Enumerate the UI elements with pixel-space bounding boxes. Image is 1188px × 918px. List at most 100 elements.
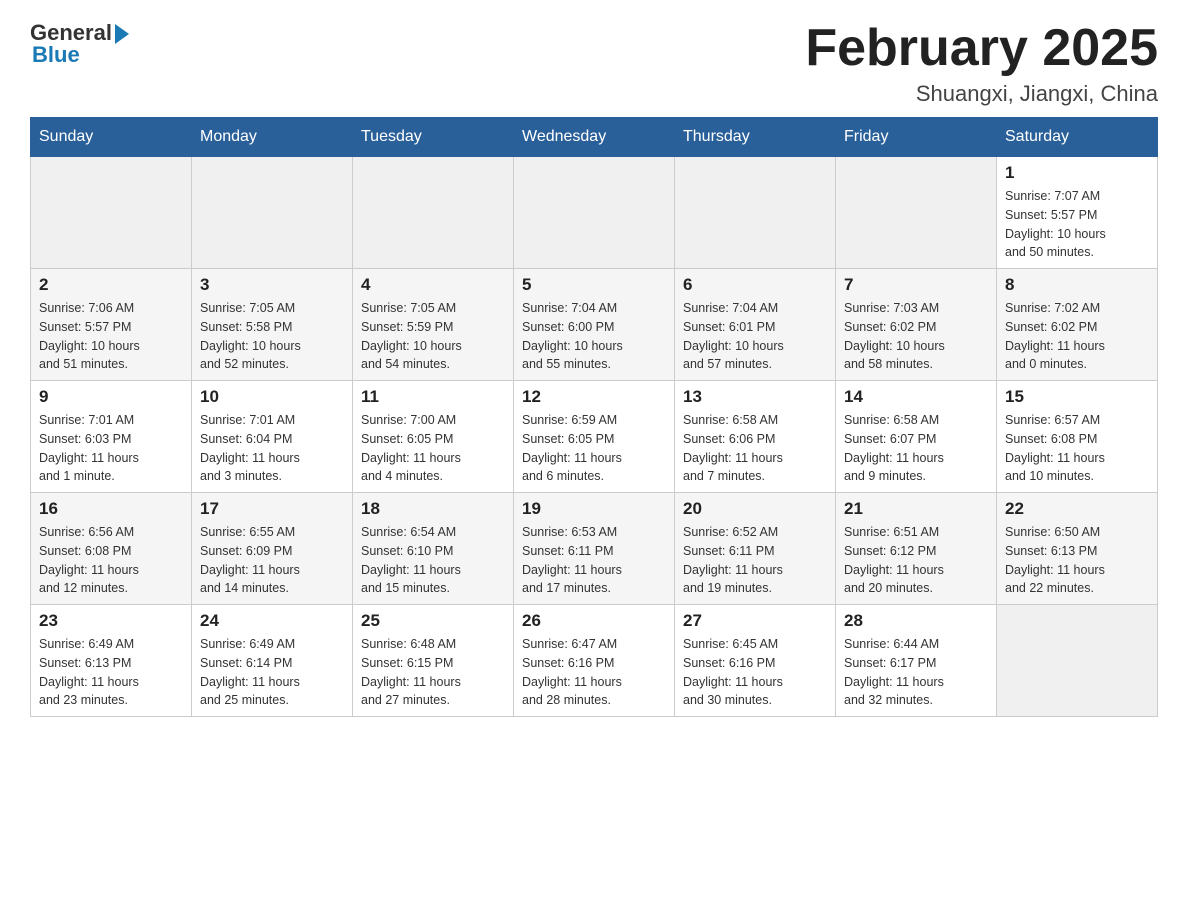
day-info: Sunrise: 6:47 AM Sunset: 6:16 PM Dayligh… — [522, 635, 666, 710]
calendar-cell: 25 Sunrise: 6:48 AM Sunset: 6:15 PM Dayli… — [353, 605, 514, 717]
calendar-cell: 1Sunrise: 7:07 AM Sunset: 5:57 PM Daylig… — [997, 157, 1158, 269]
calendar-cell: 14 Sunrise: 6:58 AM Sunset: 6:07 PM Dayli… — [836, 381, 997, 493]
day-number: 19 — [522, 499, 666, 519]
logo-blue-text: Blue — [32, 42, 80, 68]
calendar-cell — [31, 157, 192, 269]
day-number: 12 — [522, 387, 666, 407]
day-info: Sunrise: 6:51 AM Sunset: 6:12 PM Dayligh… — [844, 523, 988, 598]
calendar-cell: 15 Sunrise: 6:57 AM Sunset: 6:08 PM Dayli… — [997, 381, 1158, 493]
page-header: General Blue February 2025 Shuangxi, Jia… — [30, 20, 1158, 107]
day-info: Sunrise: 6:49 AM Sunset: 6:14 PM Dayligh… — [200, 635, 344, 710]
day-number: 25 — [361, 611, 505, 631]
day-info: Sunrise: 6:58 AM Sunset: 6:06 PM Dayligh… — [683, 411, 827, 486]
day-info: Sunrise: 7:04 AM Sunset: 6:00 PM Dayligh… — [522, 299, 666, 374]
day-number: 14 — [844, 387, 988, 407]
location-title: Shuangxi, Jiangxi, China — [805, 81, 1158, 107]
logo: General Blue — [30, 20, 129, 68]
day-info: Sunrise: 7:00 AM Sunset: 6:05 PM Dayligh… — [361, 411, 505, 486]
day-info: Sunrise: 6:55 AM Sunset: 6:09 PM Dayligh… — [200, 523, 344, 598]
day-info: Sunrise: 6:44 AM Sunset: 6:17 PM Dayligh… — [844, 635, 988, 710]
day-info: Sunrise: 6:57 AM Sunset: 6:08 PM Dayligh… — [1005, 411, 1149, 486]
day-info: Sunrise: 6:58 AM Sunset: 6:07 PM Dayligh… — [844, 411, 988, 486]
day-number: 5 — [522, 275, 666, 295]
calendar-cell: 8 Sunrise: 7:02 AM Sunset: 6:02 PM Daylig… — [997, 269, 1158, 381]
day-number: 7 — [844, 275, 988, 295]
calendar-cell: 7 Sunrise: 7:03 AM Sunset: 6:02 PM Daylig… — [836, 269, 997, 381]
calendar-cell: 19Sunrise: 6:53 AM Sunset: 6:11 PM Dayli… — [514, 493, 675, 605]
calendar-cell: 18 Sunrise: 6:54 AM Sunset: 6:10 PM Dayli… — [353, 493, 514, 605]
day-number: 15 — [1005, 387, 1149, 407]
day-number: 6 — [683, 275, 827, 295]
day-number: 17 — [200, 499, 344, 519]
day-info: Sunrise: 7:02 AM Sunset: 6:02 PM Dayligh… — [1005, 299, 1149, 374]
day-number: 4 — [361, 275, 505, 295]
day-info: Sunrise: 6:56 AM Sunset: 6:08 PM Dayligh… — [39, 523, 183, 598]
calendar-cell: 16Sunrise: 6:56 AM Sunset: 6:08 PM Dayli… — [31, 493, 192, 605]
calendar-cell: 23 Sunrise: 6:49 AM Sunset: 6:13 PM Dayli… — [31, 605, 192, 717]
day-number: 11 — [361, 387, 505, 407]
weekday-header-friday: Friday — [836, 118, 997, 157]
calendar-cell — [675, 157, 836, 269]
calendar-cell — [514, 157, 675, 269]
logo-arrow-icon — [115, 24, 129, 44]
weekday-header-row: SundayMondayTuesdayWednesdayThursdayFrid… — [31, 118, 1158, 157]
calendar-table: SundayMondayTuesdayWednesdayThursdayFrid… — [30, 117, 1158, 717]
weekday-header-tuesday: Tuesday — [353, 118, 514, 157]
day-number: 27 — [683, 611, 827, 631]
weekday-header-monday: Monday — [192, 118, 353, 157]
calendar-cell: 22Sunrise: 6:50 AM Sunset: 6:13 PM Dayli… — [997, 493, 1158, 605]
day-info: Sunrise: 7:06 AM Sunset: 5:57 PM Dayligh… — [39, 299, 183, 374]
calendar-cell: 28 Sunrise: 6:44 AM Sunset: 6:17 PM Dayli… — [836, 605, 997, 717]
calendar-cell — [192, 157, 353, 269]
day-number: 20 — [683, 499, 827, 519]
day-info: Sunrise: 6:48 AM Sunset: 6:15 PM Dayligh… — [361, 635, 505, 710]
day-info: Sunrise: 7:05 AM Sunset: 5:58 PM Dayligh… — [200, 299, 344, 374]
calendar-row-1: 2 Sunrise: 7:06 AM Sunset: 5:57 PM Daylig… — [31, 269, 1158, 381]
weekday-header-wednesday: Wednesday — [514, 118, 675, 157]
calendar-cell: 6 Sunrise: 7:04 AM Sunset: 6:01 PM Daylig… — [675, 269, 836, 381]
calendar-cell — [836, 157, 997, 269]
calendar-row-3: 16Sunrise: 6:56 AM Sunset: 6:08 PM Dayli… — [31, 493, 1158, 605]
day-number: 1 — [1005, 163, 1149, 183]
calendar-cell: 21Sunrise: 6:51 AM Sunset: 6:12 PM Dayli… — [836, 493, 997, 605]
calendar-cell: 17 Sunrise: 6:55 AM Sunset: 6:09 PM Dayli… — [192, 493, 353, 605]
day-info: Sunrise: 7:01 AM Sunset: 6:03 PM Dayligh… — [39, 411, 183, 486]
day-number: 26 — [522, 611, 666, 631]
weekday-header-saturday: Saturday — [997, 118, 1158, 157]
day-number: 2 — [39, 275, 183, 295]
calendar-cell: 5 Sunrise: 7:04 AM Sunset: 6:00 PM Daylig… — [514, 269, 675, 381]
calendar-cell: 20 Sunrise: 6:52 AM Sunset: 6:11 PM Dayli… — [675, 493, 836, 605]
calendar-cell: 13 Sunrise: 6:58 AM Sunset: 6:06 PM Dayli… — [675, 381, 836, 493]
calendar-row-4: 23 Sunrise: 6:49 AM Sunset: 6:13 PM Dayli… — [31, 605, 1158, 717]
day-number: 9 — [39, 387, 183, 407]
calendar-cell: 24 Sunrise: 6:49 AM Sunset: 6:14 PM Dayli… — [192, 605, 353, 717]
day-number: 23 — [39, 611, 183, 631]
calendar-cell: 12Sunrise: 6:59 AM Sunset: 6:05 PM Dayli… — [514, 381, 675, 493]
weekday-header-sunday: Sunday — [31, 118, 192, 157]
day-info: Sunrise: 7:03 AM Sunset: 6:02 PM Dayligh… — [844, 299, 988, 374]
calendar-cell: 10 Sunrise: 7:01 AM Sunset: 6:04 PM Dayli… — [192, 381, 353, 493]
day-info: Sunrise: 7:01 AM Sunset: 6:04 PM Dayligh… — [200, 411, 344, 486]
calendar-cell: 3Sunrise: 7:05 AM Sunset: 5:58 PM Daylig… — [192, 269, 353, 381]
day-info: Sunrise: 7:05 AM Sunset: 5:59 PM Dayligh… — [361, 299, 505, 374]
day-number: 22 — [1005, 499, 1149, 519]
day-number: 13 — [683, 387, 827, 407]
day-number: 10 — [200, 387, 344, 407]
day-number: 24 — [200, 611, 344, 631]
day-info: Sunrise: 7:04 AM Sunset: 6:01 PM Dayligh… — [683, 299, 827, 374]
month-title: February 2025 — [805, 20, 1158, 77]
calendar-cell: 26 Sunrise: 6:47 AM Sunset: 6:16 PM Dayli… — [514, 605, 675, 717]
title-block: February 2025 Shuangxi, Jiangxi, China — [805, 20, 1158, 107]
day-number: 8 — [1005, 275, 1149, 295]
calendar-cell: 9 Sunrise: 7:01 AM Sunset: 6:03 PM Daylig… — [31, 381, 192, 493]
day-number: 18 — [361, 499, 505, 519]
calendar-cell: 27 Sunrise: 6:45 AM Sunset: 6:16 PM Dayli… — [675, 605, 836, 717]
day-info: Sunrise: 6:49 AM Sunset: 6:13 PM Dayligh… — [39, 635, 183, 710]
calendar-cell — [997, 605, 1158, 717]
day-info: Sunrise: 6:45 AM Sunset: 6:16 PM Dayligh… — [683, 635, 827, 710]
calendar-cell: 4 Sunrise: 7:05 AM Sunset: 5:59 PM Daylig… — [353, 269, 514, 381]
day-info: Sunrise: 6:54 AM Sunset: 6:10 PM Dayligh… — [361, 523, 505, 598]
calendar-row-0: 1Sunrise: 7:07 AM Sunset: 5:57 PM Daylig… — [31, 157, 1158, 269]
day-info: Sunrise: 6:52 AM Sunset: 6:11 PM Dayligh… — [683, 523, 827, 598]
day-number: 28 — [844, 611, 988, 631]
